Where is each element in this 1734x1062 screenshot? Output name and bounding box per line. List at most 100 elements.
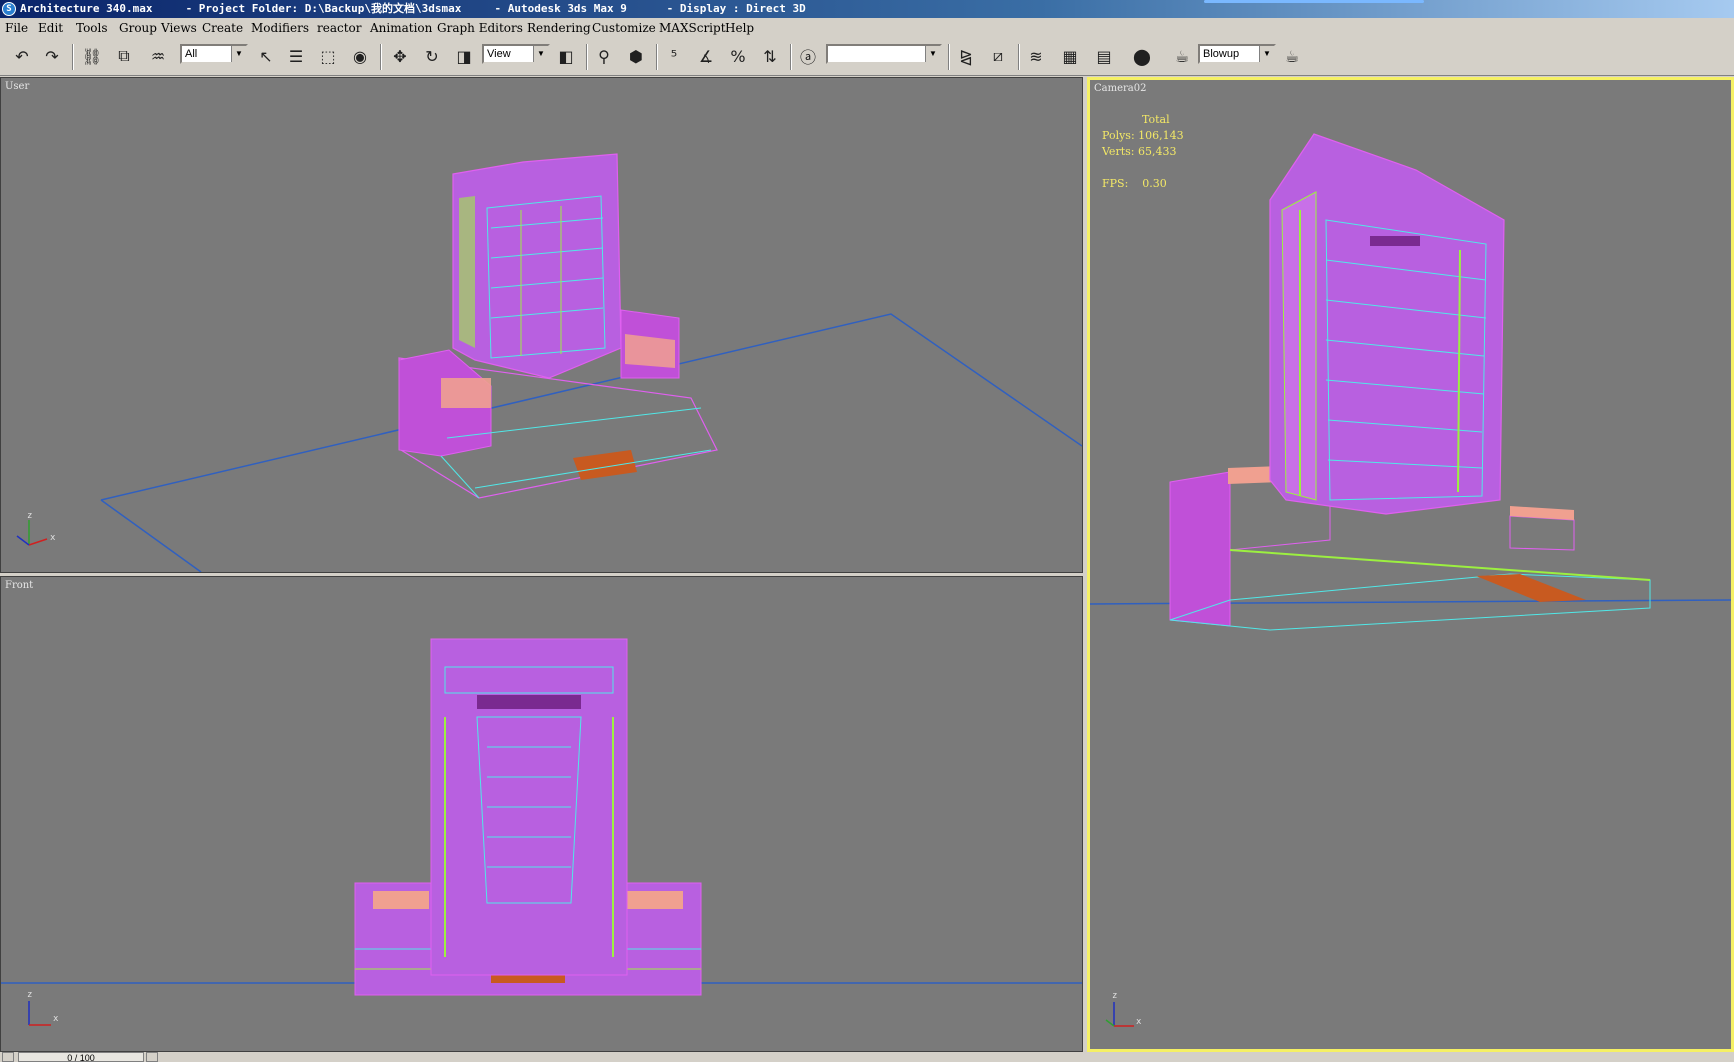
time-frame-label: 0 / 100 [67, 1053, 95, 1062]
podium-left-roof [373, 891, 429, 909]
rect-region-icon[interactable]: ⬚ [316, 44, 340, 68]
viewport-camera[interactable]: Camera02 Total Polys: 106,143 Verts: 65,… [1087, 77, 1734, 1052]
keyboard-shortcut-icon[interactable]: ⬢ [624, 44, 648, 68]
axis-x-label: x [1136, 1017, 1142, 1027]
bind-space-warp-icon[interactable]: ♒ [146, 44, 170, 68]
viewport-user[interactable]: User z x [0, 77, 1083, 573]
reference-coord-select[interactable]: View ▼ [482, 44, 550, 64]
menu-rendering[interactable]: Rendering [527, 18, 591, 38]
menu-graph-editors[interactable]: Graph Editors [437, 18, 523, 38]
menu-customize[interactable]: Customize [592, 18, 656, 38]
camera-scene: z x [1090, 133, 1731, 1027]
window-controls[interactable] [1204, 0, 1424, 3]
time-slider[interactable]: 0 / 100 [0, 1052, 1734, 1062]
layer-manager-icon[interactable]: ≋ [1024, 44, 1048, 68]
render-type-select[interactable]: Blowup ▼ [1198, 44, 1276, 64]
angle-snap-icon[interactable]: ∡ [694, 44, 718, 68]
chevron-down-icon: ▼ [533, 46, 548, 62]
podium-edge-cyan-3 [440, 455, 480, 499]
entrance-plaza [573, 450, 637, 480]
redo-icon[interactable]: ↷ [40, 44, 64, 68]
curve-editor-icon[interactable]: ▦ [1058, 44, 1082, 68]
main-toolbar: ↶ ↷ ⛓ ⧉ ♒ All ▼ ↖ ☰ ⬚ ◉ ✥ ↻ ◨ View ▼ ◧ ⚲… [0, 38, 1734, 76]
render-scene-icon[interactable]: ☕ [1170, 44, 1194, 68]
axis-gizmo: z x [1105, 991, 1142, 1027]
render-type-value: Blowup [1203, 48, 1240, 60]
tower-body [452, 153, 622, 379]
menu-file[interactable]: File [5, 18, 28, 38]
percent-snap-icon[interactable]: % [726, 44, 750, 68]
time-prev-button[interactable] [2, 1052, 14, 1062]
podium-right-frame [1509, 515, 1575, 551]
menu-tools[interactable]: Tools [76, 18, 108, 38]
app-icon[interactable]: S [2, 2, 16, 16]
chevron-down-icon: ▼ [231, 46, 246, 62]
entrance-plaza [1476, 574, 1586, 602]
window-crossing-icon[interactable]: ◉ [348, 44, 372, 68]
podium-right-roof [1510, 506, 1574, 520]
toolbar-separator [380, 44, 382, 70]
user-scene: z x [16, 153, 1082, 572]
podium-right-roof [627, 891, 683, 909]
use-pivot-icon[interactable]: ◧ [554, 44, 578, 68]
menu-help[interactable]: Help [725, 18, 754, 38]
schematic-view-icon[interactable]: ▤ [1092, 44, 1116, 68]
podium-band-green [1229, 549, 1651, 581]
select-by-name-icon[interactable]: ☰ [284, 44, 308, 68]
toolbar-separator [948, 44, 950, 70]
toolbar-separator [1018, 44, 1020, 70]
quick-render-icon[interactable]: ☕ [1280, 44, 1304, 68]
podium-roof-salmon [441, 378, 491, 408]
front-scene: z x [1, 638, 1082, 1026]
edit-named-selection-icon[interactable]: ⓐ [796, 44, 820, 68]
selection-filter-select[interactable]: All ▼ [180, 44, 248, 64]
axis-x-label: x [50, 533, 56, 543]
select-manipulate-icon[interactable]: ⚲ [592, 44, 616, 68]
axis-z-label: z [27, 511, 32, 521]
toolbar-separator [72, 44, 74, 70]
menu-maxscript[interactable]: MAXScript [659, 18, 726, 38]
chevron-down-icon: ▼ [1259, 46, 1274, 62]
mirror-icon[interactable]: ⧎ [954, 44, 978, 68]
reference-coord-value: View [487, 48, 511, 60]
tower-crown-band [477, 695, 581, 709]
axis-x-label: x [53, 1014, 59, 1024]
unlink-icon[interactable]: ⧉ [112, 44, 136, 68]
select-object-icon[interactable]: ↖ [254, 44, 278, 68]
menu-edit[interactable]: Edit [38, 18, 63, 38]
select-link-icon[interactable]: ⛓ [80, 44, 104, 68]
toolbar-separator [790, 44, 792, 70]
spinner-snap-icon[interactable]: ⇅ [758, 44, 782, 68]
ground-plane-edge [100, 499, 202, 572]
align-icon[interactable]: ⧄ [986, 44, 1010, 68]
rotate-icon[interactable]: ↻ [420, 44, 444, 68]
tower-crown-band [1370, 236, 1420, 246]
snap-25-icon[interactable]: ⁵ [662, 44, 686, 68]
chevron-down-icon: ▼ [925, 46, 940, 62]
time-next-button[interactable] [146, 1052, 158, 1062]
title-bar: S Architecture 340.max - Project Folder:… [0, 0, 1734, 18]
named-selection-select[interactable]: ▼ [826, 44, 942, 64]
tower-wireframe [1269, 133, 1505, 515]
menu-reactor[interactable]: reactor [317, 18, 362, 38]
scale-icon[interactable]: ◨ [452, 44, 476, 68]
window-title: Architecture 340.max - Project Folder: D… [20, 2, 806, 15]
menu-create[interactable]: Create [202, 18, 243, 38]
menu-modifiers[interactable]: Modifiers [251, 18, 309, 38]
menu-animation[interactable]: Animation [370, 18, 432, 38]
selection-filter-value: All [185, 48, 198, 60]
podium-right-roof [625, 334, 675, 368]
time-slider-thumb[interactable]: 0 / 100 [18, 1052, 144, 1062]
tower-side-green [459, 196, 475, 348]
axis-z-label: z [1112, 991, 1117, 1001]
menu-group[interactable]: Group [119, 18, 157, 38]
viewport-front[interactable]: Front z x [0, 576, 1083, 1052]
toolbar-separator [586, 44, 588, 70]
menu-views[interactable]: Views [161, 18, 197, 38]
tower-wireframe [452, 153, 622, 379]
undo-icon[interactable]: ↶ [10, 44, 34, 68]
toolbar-separator [656, 44, 658, 70]
axis-gizmo: z x [16, 511, 56, 546]
move-icon[interactable]: ✥ [388, 44, 412, 68]
material-editor-icon[interactable]: ⬤ [1130, 44, 1154, 68]
